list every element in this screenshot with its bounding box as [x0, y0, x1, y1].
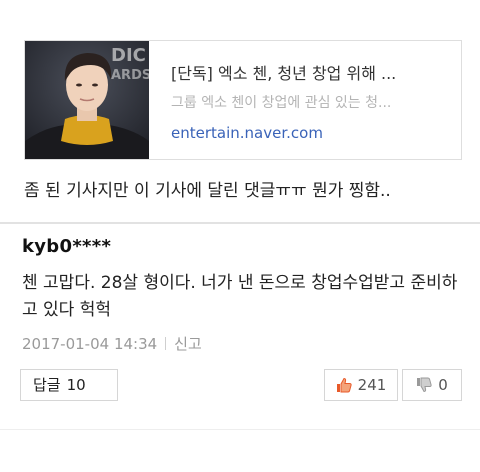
svg-text:DIC: DIC	[111, 45, 146, 66]
article-thumbnail[interactable]: DIC ARDS	[25, 41, 149, 159]
comment-timestamp: 2017-01-04 14:34	[22, 335, 158, 353]
meta-divider	[165, 337, 167, 350]
screenshot-page: DIC ARDS [단독] 엑소 첸, 청년 창업 위해 ... 그룹 엑소 첸…	[0, 0, 480, 472]
comment-username[interactable]: kyb0****	[22, 236, 111, 257]
reply-label: 답글	[33, 376, 61, 394]
like-count: 241	[357, 376, 387, 394]
comment-meta: 2017-01-04 14:34 신고	[22, 334, 202, 354]
comment-text: 첸 고맙다. 28살 형이다. 너가 낸 돈으로 창업수업받고 준비하고 있다 …	[22, 273, 458, 320]
comment-divider	[0, 429, 480, 430]
reply-button[interactable]: 답글 10	[20, 369, 118, 401]
article-description: 그룹 엑소 첸이 창업에 관심 있는 청...	[171, 95, 392, 111]
article-preview-text[interactable]: [단독] 엑소 첸, 청년 창업 위해 ... 그룹 엑소 첸이 창업에 관심 …	[171, 63, 455, 143]
thumbs-down-icon	[416, 373, 432, 403]
dislike-count: 0	[438, 376, 448, 394]
reply-count: 10	[66, 376, 86, 394]
like-button[interactable]: 241	[324, 369, 398, 401]
svg-text:ARDS: ARDS	[111, 68, 149, 83]
thumbs-up-icon	[336, 373, 352, 403]
article-title[interactable]: [단독] 엑소 첸, 청년 창업 위해 ...	[171, 63, 455, 85]
comment-item: kyb0**** 첸 고맙다. 28살 형이다. 너가 낸 돈으로 창업수업받고…	[0, 222, 480, 472]
person-photo-icon: DIC ARDS	[25, 41, 149, 159]
article-preview-card[interactable]: DIC ARDS [단독] 엑소 첸, 청년 창업 위해 ... 그룹 엑소 첸…	[24, 40, 462, 160]
dislike-button[interactable]: 0	[402, 369, 462, 401]
report-link[interactable]: 신고	[174, 335, 202, 353]
post-caption: 좀 된 기사지만 이 기사에 달린 댓글ㅠㅠ 뭔가 찡함..	[24, 181, 391, 201]
article-url[interactable]: entertain.naver.com	[171, 123, 455, 143]
